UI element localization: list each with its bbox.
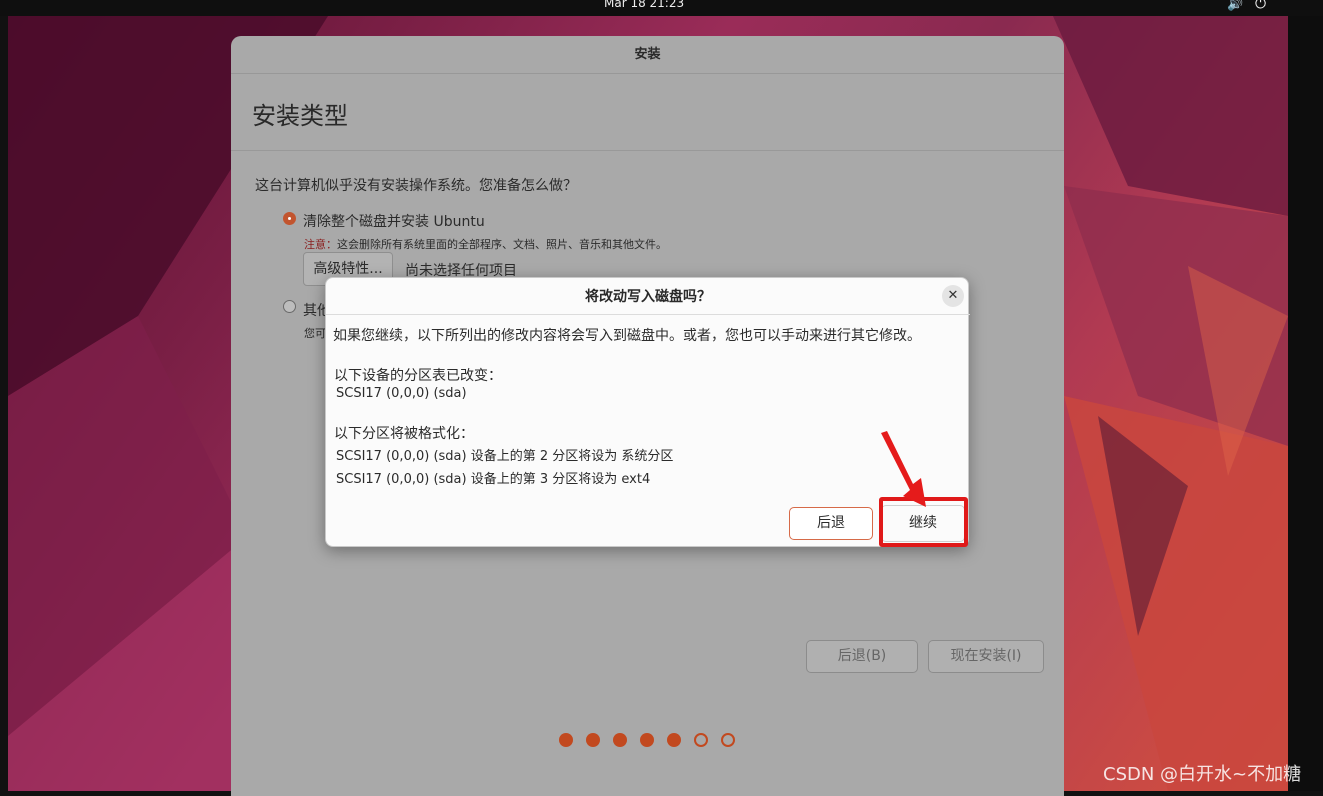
- progress-dot: [721, 733, 735, 747]
- dialog-back-button[interactable]: 后退: [789, 507, 873, 540]
- radio-erase-disk[interactable]: [283, 212, 296, 225]
- format-heading: 以下分区将被格式化：: [334, 426, 474, 442]
- progress-dot: [694, 733, 708, 747]
- option-other-desc: 您可: [304, 327, 326, 340]
- heading-divider: [231, 150, 1064, 151]
- progress-dot: [559, 733, 573, 747]
- progress-dot: [667, 733, 681, 747]
- progress-dot: [640, 733, 654, 747]
- dialog-intro: 如果您继续，以下所列出的修改内容将会写入到磁盘中。或者，您也可以手动来进行其它修…: [333, 328, 921, 344]
- changed-device-item: SCSI17 (0,0,0) (sda): [336, 386, 467, 401]
- close-icon[interactable]: ✕: [942, 285, 964, 307]
- dialog-title: 将改动写入磁盘吗？: [326, 278, 970, 315]
- page-title: 安装类型: [252, 102, 348, 130]
- watermark: CSDN @白开水~不加糖: [1103, 764, 1302, 785]
- installer-titlebar: 安装: [231, 36, 1064, 74]
- erase-warning: 注意：这会删除所有系统里面的全部程序、文档、照片、音乐和其他文件。: [304, 236, 667, 252]
- install-now-button[interactable]: 现在安装(I): [928, 640, 1044, 673]
- volume-icon[interactable]: 🔊: [1227, 0, 1243, 12]
- power-icon[interactable]: ⏻: [1255, 0, 1266, 12]
- format-item: SCSI17 (0,0,0) (sda) 设备上的第 3 分区将设为 ext4: [336, 472, 651, 487]
- confirm-dialog: 将改动写入磁盘吗？ ✕ 如果您继续，以下所列出的修改内容将会写入到磁盘中。或者，…: [325, 277, 970, 547]
- top-bar: Mar 18 21:23 🔊 ⏻: [0, 0, 1323, 16]
- back-button[interactable]: 后退(B): [806, 640, 918, 673]
- screen-edge: [1288, 16, 1323, 791]
- clock[interactable]: Mar 18 21:23: [604, 0, 684, 10]
- option-erase-disk-label[interactable]: 清除整个磁盘并安装 Ubuntu: [303, 211, 485, 231]
- continue-highlight-box: [879, 497, 968, 547]
- warning-prefix: 注意：: [304, 238, 337, 251]
- radio-other-option[interactable]: [283, 300, 296, 313]
- install-question: 这台计算机似乎没有安装操作系统。您准备怎么做？: [255, 178, 577, 194]
- progress-dot: [586, 733, 600, 747]
- progress-dot: [613, 733, 627, 747]
- changed-partitions-heading: 以下设备的分区表已改变：: [334, 368, 502, 384]
- option-other-label[interactable]: 其他: [303, 300, 325, 320]
- format-item: SCSI17 (0,0,0) (sda) 设备上的第 2 分区将设为 系统分区: [336, 449, 674, 464]
- warning-text: 这会删除所有系统里面的全部程序、文档、照片、音乐和其他文件。: [337, 238, 667, 251]
